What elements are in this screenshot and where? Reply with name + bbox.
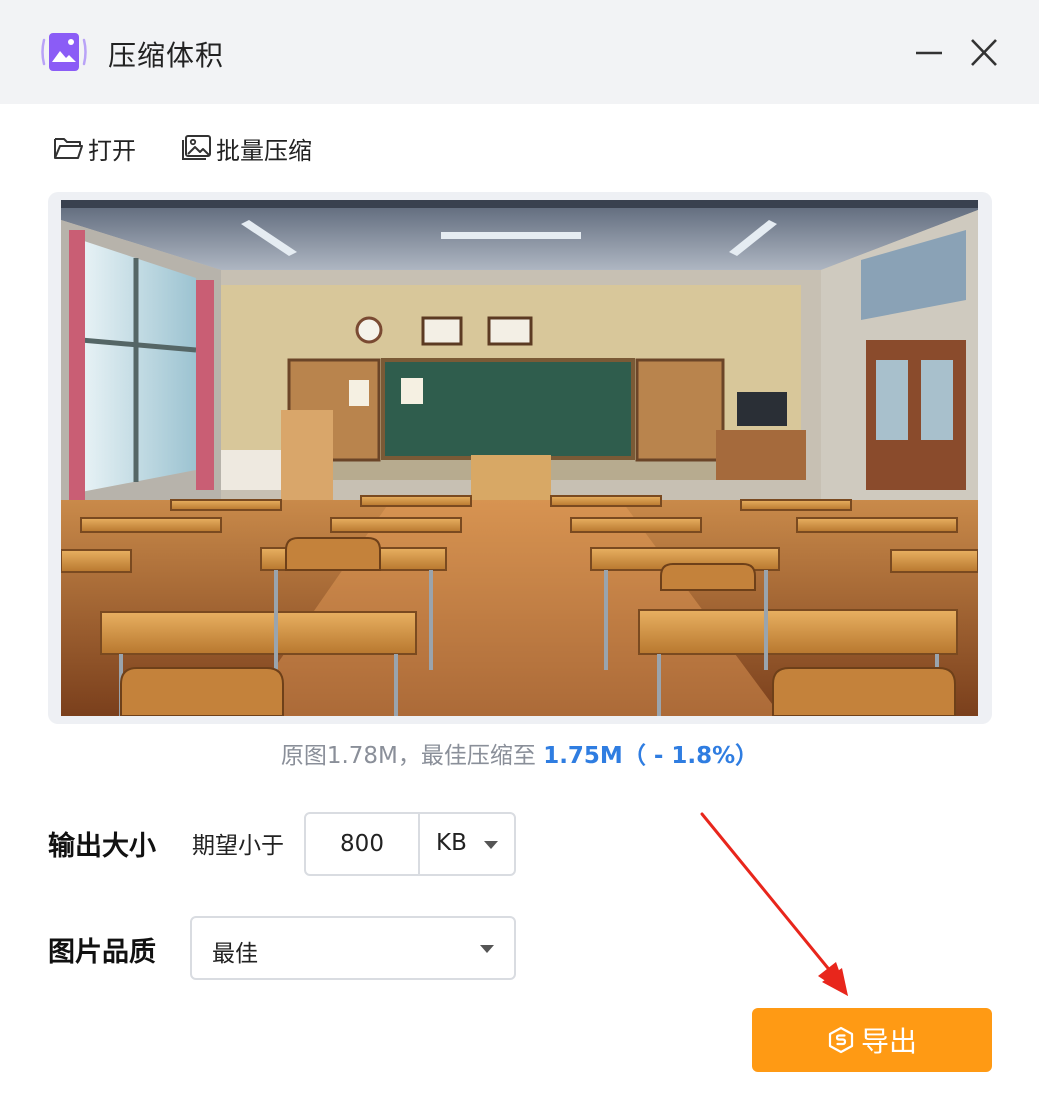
expect-less-than-label: 期望小于 (192, 833, 284, 859)
image-quality-label: 图片品质 (48, 937, 156, 968)
compress-info-original: 原图1.78M，最佳压缩至 (280, 743, 536, 769)
classroom-preview-image (61, 200, 978, 716)
output-size-label: 输出大小 (48, 831, 156, 862)
target-size-input[interactable] (306, 814, 418, 874)
window-title: 压缩体积 (108, 39, 225, 72)
compress-info: 原图1.78M，最佳压缩至 1.75M（ - 1.8%） (0, 736, 1039, 770)
title-bar: 压缩体积 (0, 0, 1039, 104)
target-size-control: KB (304, 812, 516, 876)
caret-down-icon (484, 841, 498, 849)
image-compress-app-icon (41, 33, 87, 71)
export-coin-icon (828, 1026, 854, 1054)
size-unit-value: KB (436, 830, 467, 856)
image-quality-value: 最佳 (212, 941, 258, 967)
batch-compress-button[interactable]: 批量压缩 (180, 130, 312, 166)
open-label: 打开 (88, 136, 136, 165)
image-icon (182, 135, 211, 160)
export-button[interactable]: 导出 (752, 1008, 992, 1072)
batch-compress-label: 批量压缩 (216, 136, 312, 165)
compress-info-result: 1.75M（ - 1.8%） (543, 743, 759, 769)
open-button[interactable]: 打开 (52, 130, 136, 166)
minimize-icon[interactable] (912, 36, 946, 70)
close-icon[interactable] (966, 36, 1002, 70)
caret-down-icon (480, 945, 494, 953)
red-annotation-arrow (700, 812, 848, 996)
size-unit-dropdown[interactable]: KB (420, 814, 514, 874)
export-label: 导出 (860, 1025, 917, 1058)
image-quality-dropdown[interactable]: 最佳 (190, 916, 516, 980)
folder-open-icon (54, 138, 83, 159)
